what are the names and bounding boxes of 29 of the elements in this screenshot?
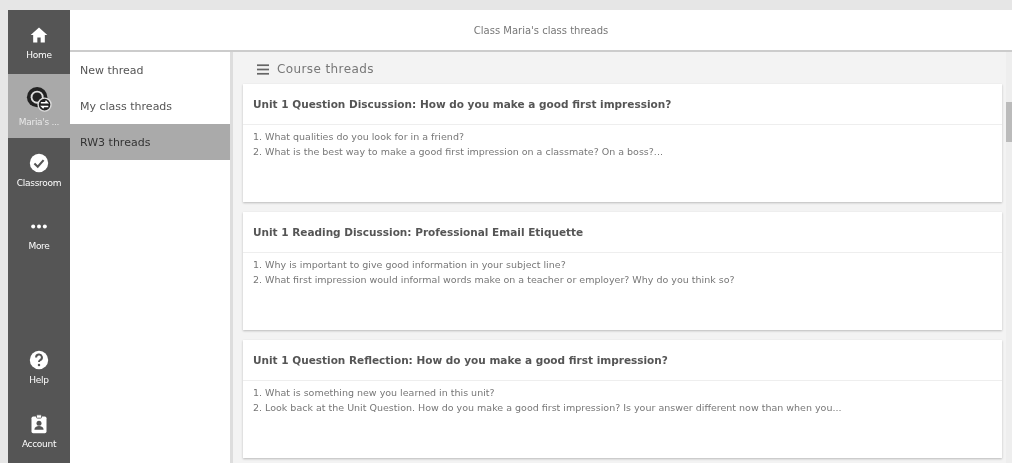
more-icon: [29, 223, 49, 230]
thread-card[interactable]: [243, 340, 1002, 458]
thread-card[interactable]: [243, 84, 1002, 202]
thread-question: 1. What is something new you learned in this unit?: [253, 386, 496, 400]
section-title: Course threads: [277, 62, 374, 76]
nav-item[interactable]: More: [8, 202, 70, 266]
list-icon: [257, 63, 269, 75]
menu-item[interactable]: RW3 threads: [70, 124, 230, 160]
nav-item[interactable]: Classroom: [8, 138, 70, 202]
thread-question: 2. What is the best way to make a good first impression on a classmate? On a boss?...: [253, 145, 664, 159]
thread-question: 2. What first impression would informal words make on a teacher or employer? Why do you think so?: [253, 273, 736, 287]
class-icon: [26, 85, 52, 112]
thread-title: Unit 1 Question Reflection: How do you make a good first impression?: [243, 340, 1002, 381]
menu-item[interactable]: New thread: [70, 52, 230, 88]
page-title: Class Maria's class threads: [473, 24, 609, 36]
thread-title: Unit 1 Reading Discussion: Professional Email Etiquette: [243, 212, 1002, 253]
nav-item[interactable]: Account: [8, 399, 70, 463]
help-icon: [29, 349, 49, 370]
menu-item[interactable]: My class threads: [70, 88, 230, 124]
thread-title: Unit 1 Question Discussion: How do you make a good first impression?: [243, 84, 1002, 125]
nav-item[interactable]: Home: [8, 10, 70, 74]
check-icon: [29, 152, 49, 173]
thread-question: 1. What qualities do you look for in a friend?: [253, 130, 465, 144]
thread-question: 2. Look back at the Unit Question. How do you make a good first impression? Is your answer different now than when you...: [253, 401, 843, 415]
scrollbar[interactable]: [1006, 52, 1012, 463]
thread-question: 1. Why is important to give good information in your subject line?: [253, 258, 567, 272]
nav-item[interactable]: Help: [8, 335, 70, 399]
badge-icon: [29, 413, 49, 434]
thread-card[interactable]: [243, 212, 1002, 330]
